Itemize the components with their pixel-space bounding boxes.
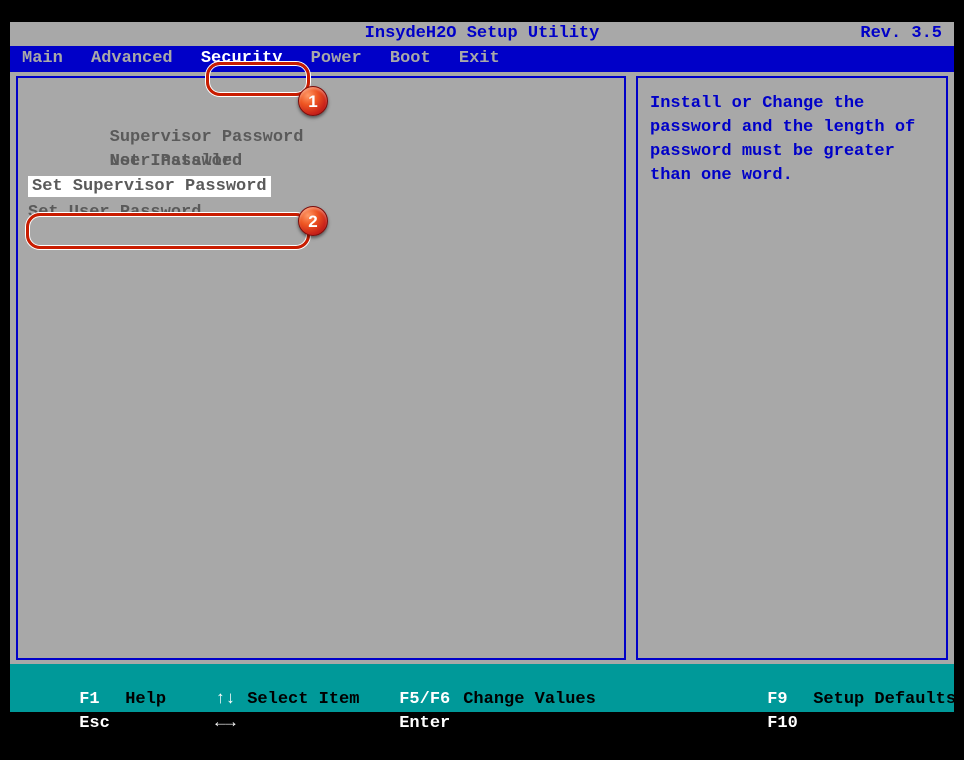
bios-screen: InsydeH2O Setup Utility Rev. 3.5 Main Ad…: [10, 22, 954, 712]
supervisor-password-label: Supervisor Password: [110, 126, 350, 150]
revision-text: Rev. 3.5: [860, 22, 942, 46]
menu-bar: Main Advanced Security Power Boot Exit: [10, 46, 954, 72]
hint-help: Help: [125, 688, 215, 712]
annotation-badge-1: 1: [298, 86, 328, 116]
content-area: Supervisor Password Not Installed User P…: [16, 76, 948, 660]
menu-boot[interactable]: Boot: [388, 46, 433, 72]
hint-exit: Exit: [125, 712, 215, 736]
set-user-password-label: Set User Password: [28, 203, 201, 222]
hint-change-values: Change Values: [463, 688, 767, 712]
menu-security[interactable]: Security: [199, 46, 285, 72]
set-supervisor-password-label: Set Supervisor Password: [28, 176, 271, 197]
annotation-badge-2: 2: [298, 206, 328, 236]
footer-hints: F1Help↑↓Select ItemF5/F6Change ValuesF9S…: [10, 664, 954, 712]
hint-select-item: Select Item: [247, 688, 399, 712]
help-panel: Install or Change the password and the l…: [636, 76, 948, 660]
menu-exit[interactable]: Exit: [457, 46, 502, 72]
menu-power[interactable]: Power: [309, 46, 364, 72]
user-password-label: User Password: [110, 150, 350, 174]
hint-setup-defaults: Setup Defaults: [813, 688, 956, 712]
key-leftright: ←→: [215, 712, 247, 736]
help-text: Install or Change the password and the l…: [650, 92, 936, 188]
badge-1-icon: 1: [298, 86, 328, 116]
set-supervisor-password-item[interactable]: Set Supervisor Password: [28, 174, 614, 200]
hint-save-exit: Save and Exit: [813, 712, 946, 736]
settings-panel: Supervisor Password Not Installed User P…: [16, 76, 626, 660]
key-enter: Enter: [399, 712, 463, 736]
badge-2-icon: 2: [298, 206, 328, 236]
key-f9: F9: [767, 688, 813, 712]
hint-select-menu: Select Menu: [247, 712, 399, 736]
title-bar: InsydeH2O Setup Utility Rev. 3.5: [10, 22, 954, 46]
key-esc: Esc: [79, 712, 125, 736]
key-f1: F1: [79, 688, 125, 712]
footer-row-1: F1Help↑↓Select ItemF5/F6Change ValuesF9S…: [18, 664, 946, 688]
hint-select-submenu: Select ▸ SubMenu: [463, 712, 767, 736]
menu-advanced[interactable]: Advanced: [89, 46, 175, 72]
key-f5f6: F5/F6: [399, 688, 463, 712]
key-updown: ↑↓: [215, 688, 247, 712]
title-text: InsydeH2O Setup Utility: [10, 22, 954, 46]
key-f10: F10: [767, 712, 813, 736]
menu-main[interactable]: Main: [20, 46, 65, 72]
